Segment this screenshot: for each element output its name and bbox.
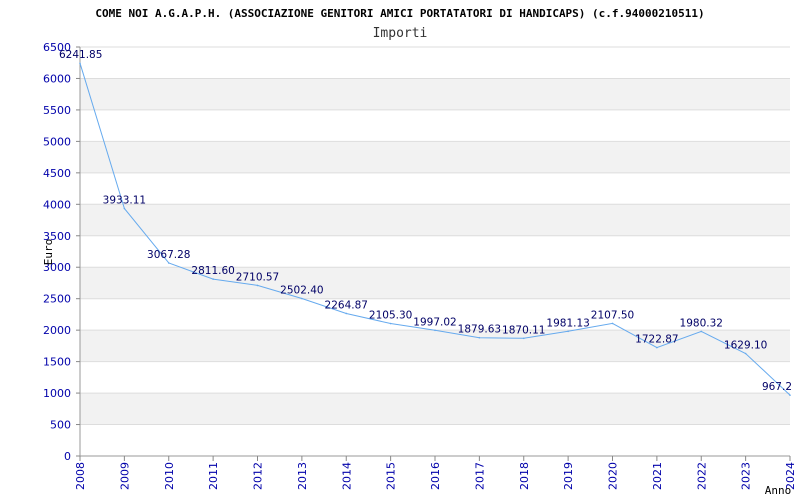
data-point xyxy=(345,312,348,315)
data-point xyxy=(167,262,170,264)
data-point xyxy=(212,278,214,280)
grid-band xyxy=(80,267,790,299)
data-point xyxy=(522,337,525,340)
data-label: 6241.85 xyxy=(59,49,102,61)
x-axis-ticks: 2008 2009 2010 2011 2012 2013 2014 2015 2016 2017… xyxy=(74,456,797,490)
y-tick-label: 5000 xyxy=(43,135,71,148)
data-label: 1870.11 xyxy=(502,324,545,336)
data-label: 2264.87 xyxy=(325,299,368,311)
data-label: 1722.87 xyxy=(635,334,678,346)
data-label: 2811.60 xyxy=(191,265,234,277)
data-label: 2502.40 xyxy=(280,285,323,297)
x-tick-label: 2017 xyxy=(473,462,486,490)
x-tick-label: 2012 xyxy=(252,462,265,490)
x-tick-label: 2010 xyxy=(163,462,176,490)
y-tick-label: 1000 xyxy=(43,387,71,400)
y-tick-label: 4000 xyxy=(43,198,71,211)
data-point xyxy=(434,329,436,332)
grid-band xyxy=(80,393,790,425)
data-point xyxy=(301,297,303,300)
line-chart: COME NOI A.G.A.P.H. (ASSOCIAZIONE GENITO… xyxy=(42,7,797,497)
y-tick-label: 6000 xyxy=(43,72,71,85)
y-tick-label: 4500 xyxy=(43,167,71,180)
x-tick-label: 2023 xyxy=(740,462,753,490)
y-tick-label: 500 xyxy=(50,419,71,432)
data-label: 967.2 xyxy=(762,381,792,393)
x-tick-label: 2020 xyxy=(607,462,620,490)
data-label: 3933.11 xyxy=(103,195,146,207)
data-point xyxy=(123,207,126,210)
data-point xyxy=(567,330,569,333)
data-label: 1980.32 xyxy=(680,317,723,329)
grid-band xyxy=(80,78,790,110)
x-tick-label: 2011 xyxy=(207,462,220,490)
data-point xyxy=(656,346,658,349)
y-tick-label: 5500 xyxy=(43,104,71,117)
data-label: 1879.63 xyxy=(458,324,501,336)
data-point xyxy=(611,322,614,325)
x-tick-label: 2009 xyxy=(118,462,131,490)
grid-band xyxy=(80,330,790,362)
x-tick-label: 2022 xyxy=(695,462,708,490)
x-tick-label: 2014 xyxy=(340,462,353,490)
chart-title: COME NOI A.G.A.P.H. (ASSOCIAZIONE GENITO… xyxy=(95,7,704,20)
x-tick-label: 2008 xyxy=(74,462,87,490)
data-label: 1629.10 xyxy=(724,339,767,351)
x-tick-label: 2013 xyxy=(296,462,309,490)
y-tick-label: 1500 xyxy=(43,356,71,369)
data-label: 2107.50 xyxy=(591,309,634,321)
data-label: 1997.02 xyxy=(413,316,456,328)
data-label: 1981.13 xyxy=(546,317,589,329)
x-tick-label: 2016 xyxy=(429,462,442,490)
x-tick-label: 2015 xyxy=(385,462,398,490)
data-label: 3067.28 xyxy=(147,249,190,261)
data-point xyxy=(79,62,81,65)
x-tick-label: 2019 xyxy=(562,462,575,490)
data-label: 2710.57 xyxy=(236,271,279,283)
y-axis-label: Euro xyxy=(42,239,55,266)
data-point xyxy=(256,284,259,287)
grid-band xyxy=(80,204,790,236)
data-label: 2105.30 xyxy=(369,310,412,322)
grid-band xyxy=(80,141,790,173)
x-tick-label: 2021 xyxy=(651,462,664,490)
chart-subtitle: Importi xyxy=(373,26,428,41)
data-point xyxy=(478,336,481,339)
y-tick-label: 2500 xyxy=(43,293,71,306)
data-point xyxy=(700,330,703,333)
data-point xyxy=(744,352,747,355)
y-tick-label: 0 xyxy=(64,450,71,463)
y-tick-label: 2000 xyxy=(43,324,71,337)
data-point xyxy=(789,394,791,396)
data-point xyxy=(389,322,392,325)
x-tick-label: 2018 xyxy=(518,462,531,490)
x-axis-label: Anno xyxy=(765,484,792,497)
